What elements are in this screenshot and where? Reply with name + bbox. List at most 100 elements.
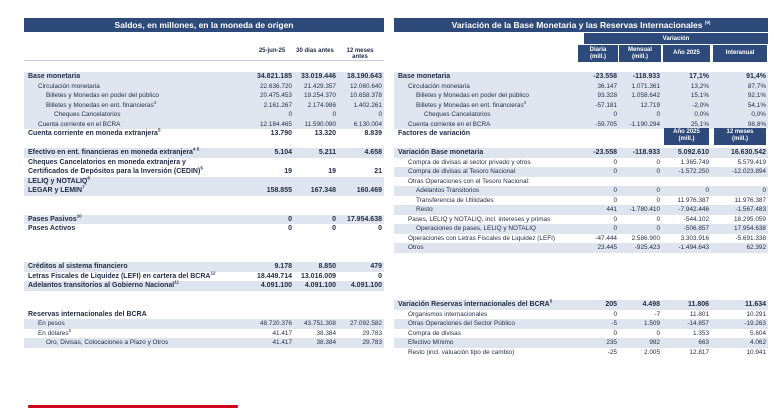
variation-row-value: 11.801 [689,310,709,318]
balances-row-label: Reservas internacionales del BCRA [28,310,147,320]
variation-row-value: 1.058.642 [631,92,660,99]
variation-row-label: Otros [408,243,424,253]
variation-row-value: -118.933 [632,73,660,80]
balances-row-value: 158.855 [266,187,292,194]
variation-row-value: 0 [613,225,617,232]
variation-row-label: Variación Reservas internacionales del B… [398,299,552,310]
balances-row-value: 0 [378,272,382,280]
balances-row-note: 4 5 [192,146,200,152]
variation-row-label: Otras Operaciones con el Tesoro Nacional… [408,177,530,187]
balances-row: LELIQ y NOTALIQ6 [24,175,384,186]
variation-row-value: 0 [613,310,617,318]
variation-row-label-text: Adelantos Transitorios [416,187,480,194]
balances-row-label-text: Efectivo en ent. financieras en moneda e… [28,149,193,156]
variation-row-label: Transferencia de Utilidades [416,196,494,206]
variation-col-2: Año 2025 [663,45,710,62]
variation-row-label-text: Compra de divisas [408,329,461,337]
variation-row-value: 54,1% [747,101,766,109]
balances-row-label-text: Pases Activos [28,225,76,232]
variation-row-label: Base monetaria [398,72,450,82]
variation-row-label: Operaciones de pases, LELIQ y NOTALIQ [416,224,536,234]
balances-row: Billetes y Monedas en ent. financieras4 2… [24,100,384,110]
variation-row-label: Organismos internacionales [408,310,487,320]
variation-row-value: 0,0% [694,111,709,118]
balances-row-value: 33.019.446 [300,73,336,80]
variation-row-label: Billetes y Monedas en poder del público [416,91,529,101]
balances-row-value: 1.402.261 [353,101,382,109]
variation-row-value: 1.509 [644,320,660,327]
balances-row-value: 43.751.308 [304,320,336,327]
balances-row-value: 4.091.100 [304,282,336,289]
balances-row-label: Oro, Divisas, Colocaciones a Plazo y Otr… [46,338,168,348]
balances-row: Cheques Cancelatorios en moneda extranje… [24,158,384,168]
balances-row-value: 48.720.376 [260,320,292,327]
balances-row-value: 479 [370,263,382,270]
variation-row-value: -59.705 [595,120,617,128]
variation-row-value: -925.423 [634,244,660,251]
variation-row-value: -5 [611,320,617,327]
balances-row-value: 27.092.582 [350,320,382,327]
variation-row-value: 0 [656,158,660,166]
balances-row-value: 0 [378,111,382,118]
variation-row-label-text: Compra de divisas al Tesoro Nacional [408,168,516,175]
variation-row-label: Resto (incl. valuación tipo de cambio) [408,348,514,358]
balances-row-label-text: Circulación monetaria [38,82,100,90]
variation-row-value: -19.263 [744,320,766,327]
balances-row-value: 13.790 [270,130,292,137]
variation-row-label: Resto [416,205,433,215]
balances-row: Cheques Cancelatorios 0 0 0 [24,110,384,120]
variation-row-value: -1.780.410 [629,206,660,213]
variation-row-value: 0 [656,111,660,118]
variation-row: Compra de divisas al sector privado y ot… [394,158,768,168]
balances-row-value: 41.417 [272,329,292,337]
balances-row-label: Letras Fiscales de Liquidez (LEFI) en ca… [28,270,215,282]
balances-row: Certificados de Depósitos para la Invers… [24,166,384,177]
balances-row-label-text: Letras Fiscales de Liquidez (LEFI) en ca… [28,272,211,280]
variation-row-value: 93.328 [597,92,617,99]
variation-row-label: Pases, LELIQ y NOTALIQ, incl. intereses … [408,215,550,225]
variation-row-label: Compra de divisas al sector privado y ot… [408,158,531,168]
variation-row-value: 91,4% [746,73,766,80]
balances-row-value: 19 [328,168,336,175]
variation-row-label-text: Operaciones de pases, LELIQ y NOTALIQ [416,225,536,232]
variation-row-value: 62.392 [746,244,766,251]
variation-row: Compra de divisas al Tesoro Nacional 0 0 -1… [394,167,768,177]
balances-row: LEGAR y LEMIN7 158.855 167.348 160.469 [24,184,384,196]
balances-row-note: 7 [82,184,85,190]
variation-row-value: 12.719 [640,101,660,109]
variation-row-value: 0 [613,168,617,175]
balances-row-label-text: Pases Pasivos [28,215,77,223]
variation-row-value: 441 [606,206,617,213]
variation-row-label-text: Otras Operaciones con el Tesoro Nacional… [408,177,530,185]
balances-row: Letras Fiscales de Liquidez (LEFI) en ca… [24,270,384,282]
balances-row-value: 5.104 [274,149,292,156]
variation-row-value: 15,1% [690,92,709,99]
balances-row-value: 2.174.986 [307,101,336,109]
balances-row-value: 8.839 [364,130,382,137]
variation-row-value: 205 [605,301,617,308]
balances-row-label-text: Reservas internacionales del BCRA [28,310,147,318]
balances-row-value: 18.449.714 [256,272,292,280]
variation-row-value: 13,2% [690,82,709,90]
variation-row: Cheques Cancelatorios 0 0 0,0% 0,0% [394,110,768,120]
variation-row-value: 10.941 [746,348,766,356]
variation-row-value: -1.567.483 [735,206,766,213]
variation-row-value: 0 [613,329,617,337]
balances-row: Base monetaria 34.821.185 33.019.446 18.190… [24,72,384,82]
variation-row-label-text: Transferencia de Utilidades [416,196,494,204]
balances-row-label: En dólares5 [38,328,71,339]
variation-row-value: -1.572.250 [678,168,709,175]
balances-row-value: 0 [378,225,382,232]
variation-row-label: Compra de divisas [408,329,461,339]
balances-row-label: Pases Activos [28,224,75,234]
balances-row-value: 0 [288,215,292,223]
variation-row-value: 87,7% [747,82,766,90]
balances-row-value: 19.254.370 [304,92,336,99]
variation-row-label-text: Cheques Cancelatorios [424,111,491,118]
variation-row-label: Billetes y Monedas en ent. financieras4 [416,100,526,111]
balances-row: Billetes y Monedas en poder del público 2… [24,91,384,101]
variation-row-value: 0 [762,187,766,194]
variation-row-label-text: Base monetaria [398,73,451,80]
balances-row-value: 21 [374,168,382,175]
variation-row-value: 0 [613,187,617,194]
